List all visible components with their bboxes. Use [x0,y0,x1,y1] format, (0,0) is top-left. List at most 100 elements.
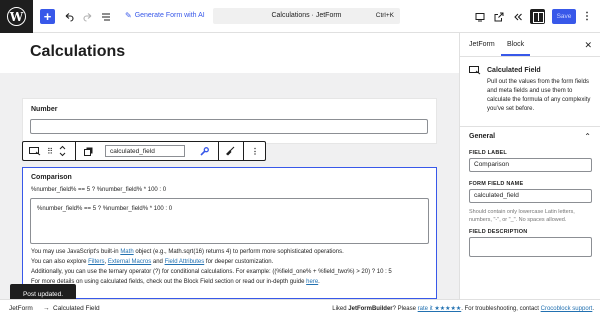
block-options-icon[interactable]: ⋮ [248,142,262,160]
broom-icon[interactable] [222,142,238,160]
block-card: Calculated Field Pull out the values fro… [460,57,600,127]
external-macros-link[interactable]: External Macros [108,259,151,265]
tab-block[interactable]: Block [500,41,531,56]
help-text: for deeper customization. [204,259,274,265]
chevrons-icon [513,13,522,20]
number-field-label: Number [31,106,58,113]
calc-field-title: Comparison [31,174,72,181]
save-button[interactable]: Save [552,9,576,24]
general-panel: General ⌃ FIELD LABEL Comparison FORM FI… [460,127,600,299]
breadcrumb-jetform[interactable]: JetForm [9,305,33,312]
redo-button[interactable] [81,9,94,24]
document-overview-icon [101,12,110,21]
chevron-up-down-icon [59,145,65,157]
footer-feedback: Liked JetFormBuilder? Please rate it ★★★… [332,305,594,312]
block-toolbar: ⠿ calculated_field ⋮ [22,141,266,161]
number-field-input[interactable] [30,119,428,134]
help-text: You can also explore [31,259,89,265]
field-label-input[interactable]: Comparison [469,158,592,172]
wordpress-logo[interactable]: W [0,0,33,33]
footer-text: . For troubleshooting, contact [461,306,541,312]
footer-text: Liked [332,306,349,312]
field-label-label: FIELD LABEL [469,150,507,156]
field-name-input[interactable]: calculated_field [105,145,185,157]
help-text: You may use JavaScript's built-in [31,249,121,255]
editor-top-toolbar: W + ✎ Generate Form with AI Calculations… [0,0,600,33]
wordpress-icon: W [7,7,26,26]
breadcrumb-calculated-field[interactable]: Calculated Field [53,305,100,312]
formula-value: %number_field% == 5 ? %number_field% * 1… [37,206,173,212]
form-field-name-input[interactable]: calculated_field [469,189,592,203]
duplicate-icon [83,147,92,156]
help-text-explore: You can also explore Filters, External M… [31,259,273,265]
generate-form-ai-button[interactable]: ✎ Generate Form with AI [125,11,205,20]
calculator-icon [469,66,481,75]
view-icon [475,12,484,21]
document-overview-button[interactable] [99,9,112,24]
command-palette-bar[interactable]: Calculations · JetForm Ctrl+K [213,8,400,24]
help-text: object (e.g., Math.sqrt(16) returns 4) t… [133,249,344,255]
sidebar-tabs: JetForm Block ✕ [460,33,600,57]
guide-here-link[interactable]: here [306,279,318,285]
field-description-input[interactable] [469,237,592,257]
more-options-button[interactable]: ⋮ [582,9,592,24]
tab-jetform[interactable]: JetForm [469,41,495,48]
move-up-down-icon[interactable] [57,142,67,160]
filters-link[interactable]: Filters [88,259,104,265]
field-name-help: Should contain only lowercase Latin lett… [469,209,575,223]
title-area: Calculations [0,33,459,73]
toolbar-divider [218,142,219,160]
drag-handle-icon[interactable]: ⠿ [45,142,55,160]
general-panel-title[interactable]: General [469,133,495,140]
shortcut-hint: Ctrl+K [375,12,394,19]
formula-textarea[interactable]: %number_field% == 5 ? %number_field% * 1… [30,198,429,244]
sidebar-toggle-icon[interactable] [530,9,545,24]
block-name: Calculated Field [487,67,541,74]
wrench-icon[interactable] [197,142,211,160]
footer-text: ? Please [392,306,418,312]
calculated-field-block[interactable]: Comparison %number_field% == 5 ? %number… [22,167,437,299]
rate-link[interactable]: rate it ★★★★★ [418,306,462,312]
breadcrumb-separator: → [43,305,50,312]
footer-text: . [592,306,594,312]
number-field-block[interactable]: Number [22,98,437,144]
settings-wrench-icon [199,146,209,156]
block-type-button[interactable] [26,142,44,160]
footer-brand: JetFormBuilder [348,306,393,312]
external-link-icon [494,12,503,21]
more-icon: ⋮ [582,11,592,22]
magic-wand-icon: ✎ [125,11,132,20]
page-title[interactable]: Calculations [30,43,125,61]
field-attributes-link[interactable]: Field Attributes [165,259,205,265]
chevron-up-icon[interactable]: ⌃ [584,132,591,141]
view-button[interactable] [473,9,486,24]
field-description-label: FIELD DESCRIPTION [469,229,528,235]
clear-icon [226,146,235,156]
form-field-name-label: FORM FIELD NAME [469,181,524,187]
view-post-button[interactable] [492,9,505,24]
help-text: . [318,279,320,285]
calc-formula-preview: %number_field% == 5 ? %number_field% * 1… [31,187,167,193]
help-text-math: You may use JavaScript's built-in Math o… [31,249,344,255]
undo-icon [65,12,74,22]
redo-icon [82,12,91,22]
help-text: and [151,259,165,265]
close-icon[interactable]: ✕ [584,40,592,51]
copy-icon[interactable] [82,142,94,160]
math-link[interactable]: Math [120,249,133,255]
calculator-icon [29,146,41,155]
editor-canvas: Calculations Number ⠿ calculated_field ⋮… [0,33,459,299]
undo-button[interactable] [62,9,75,24]
support-link[interactable]: Crocoblock support [541,306,593,312]
collapse-button[interactable] [511,9,524,24]
toolbar-divider [75,142,76,160]
toolbar-divider [243,142,244,160]
add-icon: + [43,9,52,24]
generate-form-label: Generate Form with AI [134,12,205,19]
document-title: Calculations · JetForm [271,12,342,19]
block-description: Pull out the values from the form fields… [487,79,591,112]
settings-sidebar: JetForm Block ✕ Calculated Field Pull ou… [459,33,600,299]
editor-footer: JetForm → Calculated Field Liked JetForm… [0,299,600,316]
content-area: Number ⠿ calculated_field ⋮ Comparison %… [0,73,459,299]
add-block-button[interactable]: + [40,9,55,24]
